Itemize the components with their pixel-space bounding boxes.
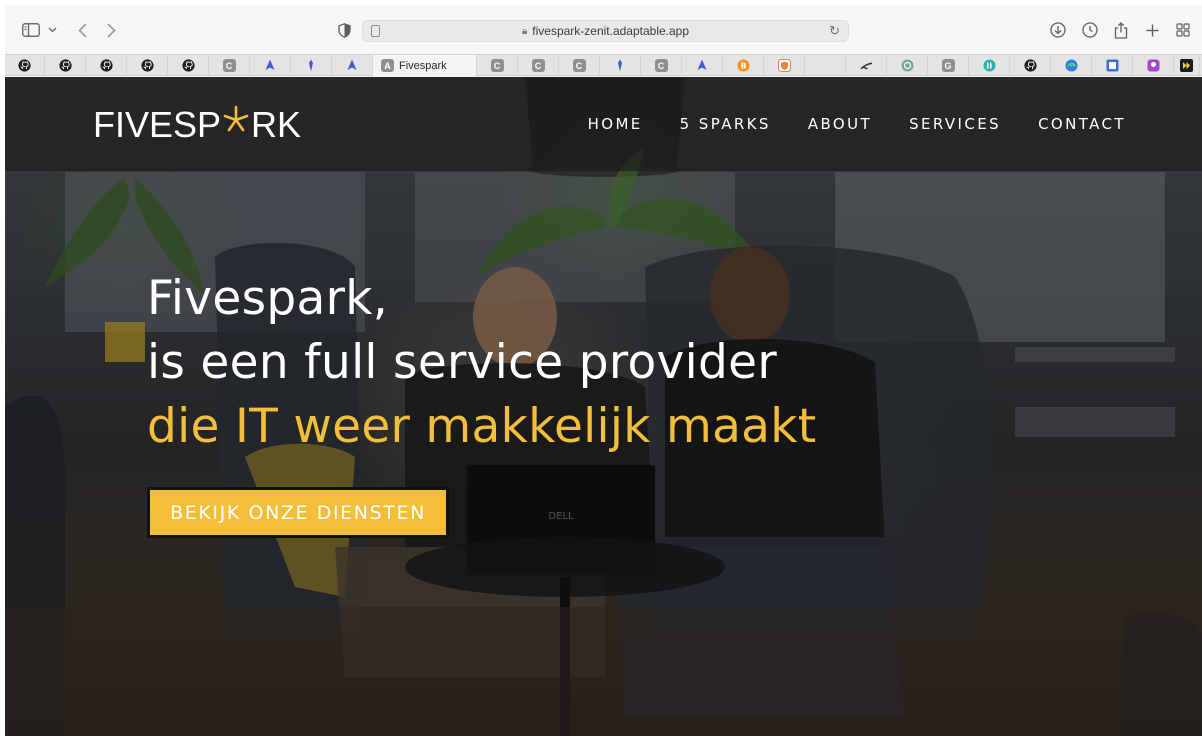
address-bar[interactable]: 🔒︎ fivespark-zenit.adaptable.app ↻ — [362, 20, 849, 42]
site-header: FIVESP RK HOME 5 SPARKS ABOUT SERVICES C… — [5, 77, 1202, 171]
tab-25[interactable] — [1092, 55, 1133, 76]
hero-heading: Fivespark, is een full service provider … — [147, 267, 817, 459]
github-icon — [140, 59, 154, 72]
tab-0[interactable] — [5, 55, 45, 76]
nav-about[interactable]: ABOUT — [808, 115, 872, 133]
view-services-button[interactable]: BEKIJK ONZE DIENSTEN — [147, 487, 449, 538]
tab-14[interactable]: C — [641, 55, 682, 76]
badge-icon — [1147, 59, 1160, 72]
tab-21[interactable]: G — [928, 55, 969, 76]
ff-icon — [1180, 59, 1193, 72]
hero-line-2: is een full service provider — [147, 335, 777, 390]
new-tab-plus-icon[interactable] — [1143, 19, 1161, 41]
browser-window: 🔒︎ fivespark-zenit.adaptable.app ↻ C A Fiv… — [5, 5, 1202, 736]
tab-15[interactable] — [682, 55, 723, 76]
chevron-down-icon[interactable] — [47, 19, 57, 41]
logo-text-right: RK — [251, 104, 302, 145]
letter-c-icon: C — [531, 59, 545, 72]
browser-toolbar: 🔒︎ fivespark-zenit.adaptable.app ↻ — [5, 5, 1202, 54]
pin-icon — [614, 59, 627, 72]
nav-home[interactable]: HOME — [588, 115, 643, 133]
hero-line-1: Fivespark, — [147, 271, 389, 326]
tab-6[interactable] — [250, 55, 291, 76]
tab-24[interactable] — [1051, 55, 1092, 76]
rocket-icon — [264, 59, 277, 72]
lock-icon: 🔒︎ — [521, 25, 528, 37]
hero-line-3: die IT weer makkelijk maakt — [147, 399, 817, 454]
letter-c-icon: C — [222, 59, 236, 72]
forward-arrow-icon[interactable] — [104, 19, 118, 41]
fivespark-logo[interactable]: FIVESP RK — [93, 103, 301, 143]
github-icon — [99, 59, 113, 72]
tab-16[interactable]: B — [723, 55, 764, 76]
swimmer-icon — [859, 59, 873, 72]
tab-13[interactable] — [600, 55, 641, 76]
github-icon — [1023, 59, 1037, 72]
back-arrow-icon[interactable] — [75, 19, 89, 41]
openai-icon — [901, 59, 914, 72]
nav-contact[interactable]: CONTACT — [1038, 115, 1126, 133]
tab-title: Fivespark — [399, 59, 447, 72]
download-icon[interactable] — [1049, 19, 1067, 41]
main-nav: HOME 5 SPARKS ABOUT SERVICES CONTACT — [588, 115, 1126, 133]
letter-c-icon: C — [572, 59, 586, 72]
blank-icon — [819, 59, 832, 72]
tab-12[interactable]: C — [559, 55, 600, 76]
tab-11[interactable]: C — [518, 55, 559, 76]
edge-icon — [1065, 59, 1078, 72]
tab-20[interactable] — [887, 55, 928, 76]
nav-services[interactable]: SERVICES — [909, 115, 1001, 133]
letter-c-icon: C — [654, 59, 668, 72]
nav-5-sparks[interactable]: 5 SPARKS — [680, 115, 771, 133]
tab-23[interactable] — [1010, 55, 1051, 76]
tab-22[interactable] — [969, 55, 1010, 76]
github-icon — [181, 59, 195, 72]
letter-c-icon: C — [490, 59, 504, 72]
page-icon — [371, 25, 380, 37]
logo-text-left: FIVESP — [93, 104, 222, 145]
tab-19[interactable] — [846, 55, 887, 76]
spark-star-icon — [221, 103, 251, 143]
github-icon — [18, 59, 31, 72]
reload-icon[interactable]: ↻ — [829, 23, 840, 39]
tab-17[interactable] — [764, 55, 805, 76]
tab-3[interactable] — [127, 55, 168, 76]
bitcoin-icon: B — [737, 59, 750, 72]
rocket-icon — [346, 59, 359, 72]
tab-10[interactable]: C — [477, 55, 518, 76]
shield-icon — [777, 59, 791, 72]
tab-7[interactable] — [291, 55, 332, 76]
webpage: DELL FIVESP RK HOME 5 SPARKS ABOUT SERVI… — [5, 77, 1202, 736]
circle-icon — [983, 59, 996, 72]
tab-bar: C A Fivespark C C C C B G — [5, 54, 1202, 76]
tab-26[interactable] — [1133, 55, 1174, 76]
pin-icon — [305, 59, 318, 72]
letter-a-icon: A — [381, 59, 394, 72]
tab-4[interactable] — [168, 55, 209, 76]
tab-active[interactable]: A Fivespark — [373, 55, 477, 76]
svg-text:B: B — [740, 62, 746, 71]
github-icon — [58, 59, 72, 72]
tab-1[interactable] — [45, 55, 86, 76]
image-icon — [1106, 59, 1119, 72]
tab-overview-icon[interactable] — [1174, 19, 1192, 41]
history-clock-icon[interactable] — [1081, 19, 1099, 41]
rocket-icon — [696, 59, 709, 72]
sidebar-toggle-icon[interactable] — [21, 19, 41, 41]
share-icon[interactable] — [1112, 19, 1130, 41]
tab-27[interactable] — [1174, 55, 1200, 76]
tab-5[interactable]: C — [209, 55, 250, 76]
tab-2[interactable] — [86, 55, 127, 76]
tab-18[interactable] — [805, 55, 846, 76]
url-text[interactable]: fivespark-zenit.adaptable.app — [532, 24, 689, 38]
tab-8[interactable] — [332, 55, 373, 76]
privacy-shield-icon[interactable] — [336, 19, 352, 41]
letter-g-icon: G — [941, 59, 955, 72]
